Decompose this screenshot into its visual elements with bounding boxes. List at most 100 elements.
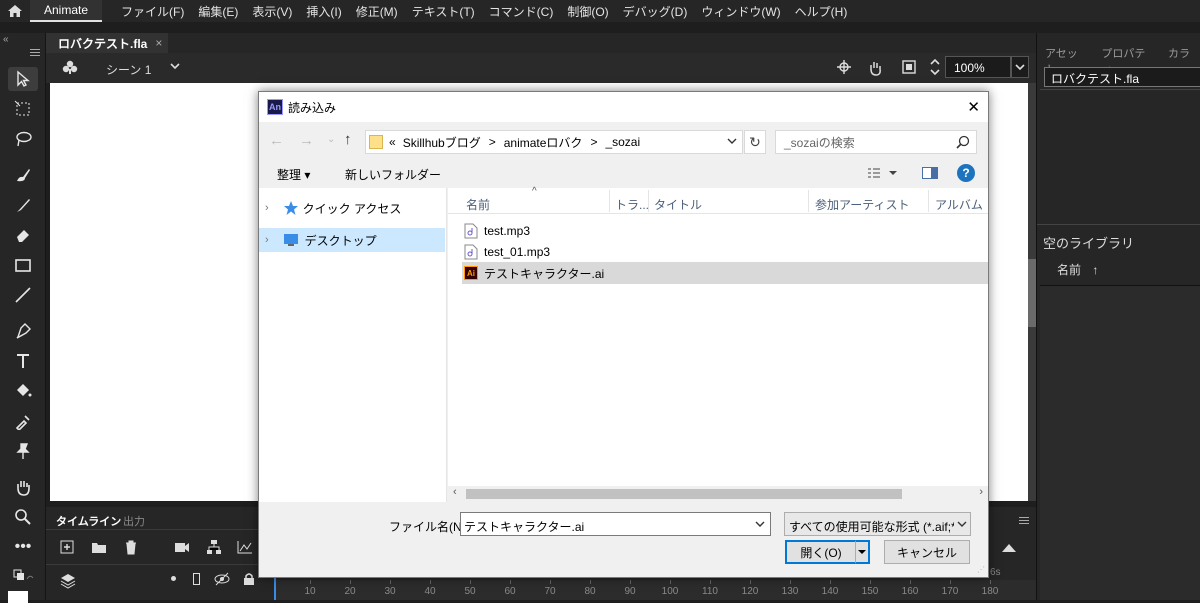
selection-tool-icon[interactable] <box>8 67 38 91</box>
column-title[interactable]: タイトル <box>654 196 702 213</box>
document-tab[interactable]: ロバクテスト.fla × <box>46 33 169 53</box>
menu-item[interactable]: テキスト(T) <box>405 3 482 20</box>
refresh-icon[interactable]: ↻ <box>744 130 766 154</box>
scroll-right-icon[interactable]: › <box>979 486 983 498</box>
layers-icon[interactable] <box>60 573 76 592</box>
eyedropper-tool-icon[interactable] <box>8 409 38 433</box>
filename-chevron-down-icon[interactable] <box>754 517 766 534</box>
column-track[interactable]: トラ... <box>615 196 649 213</box>
tab-output[interactable]: 出力 <box>123 513 145 529</box>
line-tool-icon[interactable] <box>8 283 38 307</box>
pin-tool-icon[interactable] <box>8 439 38 463</box>
list-item[interactable]: test_01.mp3 <box>464 242 550 262</box>
free-transform-tool-icon[interactable] <box>8 97 38 121</box>
up-arrow-icon[interactable]: ↑ <box>344 131 352 148</box>
menu-item[interactable]: 表示(V) <box>245 3 299 20</box>
tab-close-icon[interactable]: × <box>155 36 162 50</box>
paint-brush-tool-icon[interactable] <box>8 193 38 217</box>
open-button[interactable]: 開く(O) <box>785 540 857 564</box>
more-tools-icon[interactable]: ••• <box>8 535 38 559</box>
text-tool-icon[interactable] <box>8 349 38 373</box>
resize-grip-icon[interactable]: ⋰ <box>977 565 985 574</box>
preview-pane-icon[interactable] <box>922 167 938 179</box>
layer-parenting-icon[interactable] <box>206 539 222 558</box>
organize-button[interactable]: 整理 ▾ <box>277 166 310 183</box>
eraser-tool-icon[interactable] <box>8 223 38 247</box>
library-document-select[interactable]: ロバクテスト.fla <box>1044 67 1200 87</box>
view-options-icon[interactable] <box>867 167 897 182</box>
hide-icon[interactable] <box>214 572 230 589</box>
menu-item[interactable]: 挿入(I) <box>299 3 348 20</box>
new-folder-icon[interactable] <box>91 540 107 557</box>
outline-icon[interactable] <box>193 573 200 585</box>
back-arrow-icon[interactable]: ← <box>269 132 284 149</box>
clip-stage-icon[interactable] <box>901 59 917 78</box>
zoom-tool-icon[interactable] <box>8 505 38 529</box>
breadcrumb-separator[interactable]: > <box>590 135 597 149</box>
expand-chevron-icon[interactable]: › <box>265 202 269 214</box>
tab-timeline[interactable]: タイムライン <box>56 513 121 529</box>
breadcrumb-overflow[interactable]: « <box>389 135 396 149</box>
timeline-ruler[interactable]: 10 20 30 40 50 60 70 80 90 100 110 120 130 140 150 160 1… <box>276 580 1036 600</box>
column-artist[interactable]: 参加アーティスト <box>815 196 910 213</box>
column-name[interactable]: 名前 <box>466 196 490 213</box>
new-folder-button[interactable]: 新しいフォルダー <box>345 166 441 183</box>
zoom-input[interactable]: 100% <box>945 56 1011 78</box>
scene-label[interactable]: シーン 1 <box>106 61 151 78</box>
menu-item[interactable]: 編集(E) <box>191 3 245 20</box>
search-box[interactable]: _sozaiの検索 <box>775 130 977 154</box>
collapse-icon[interactable]: « <box>3 34 9 45</box>
graph-icon[interactable] <box>237 540 253 557</box>
lock-icon[interactable] <box>243 572 255 589</box>
rectangle-tool-icon[interactable] <box>8 253 38 277</box>
stage-scrollbar[interactable] <box>1028 83 1036 501</box>
breadcrumb-separator[interactable]: > <box>489 135 496 149</box>
camera-icon[interactable] <box>174 541 190 556</box>
filetype-select[interactable]: すべての使用可能な形式 (*.aif;*.a <box>784 512 971 536</box>
onion-skin-icon[interactable] <box>1001 541 1017 556</box>
rotation-hand-icon[interactable] <box>866 59 884 80</box>
library-list[interactable] <box>1040 285 1200 600</box>
filetype-chevron-down-icon[interactable] <box>957 517 967 534</box>
scene-icon[interactable] <box>62 59 78 78</box>
show-all-layers-icon[interactable] <box>171 576 176 581</box>
menu-item[interactable]: 制御(O) <box>560 3 615 20</box>
help-icon[interactable]: ? <box>957 164 975 182</box>
breadcrumb-item[interactable]: _sozai <box>605 135 640 149</box>
new-layer-icon[interactable] <box>60 540 74 557</box>
app-tab[interactable]: Animate <box>30 0 103 22</box>
zoom-dropdown-icon[interactable] <box>1011 56 1029 78</box>
nav-item-quick-access[interactable]: › クイック アクセス <box>259 196 447 220</box>
menu-item[interactable]: デバッグ(D) <box>616 3 695 20</box>
list-item[interactable]: test.mp3 <box>464 221 530 241</box>
breadcrumb-item[interactable]: Skillhubブログ <box>403 134 481 151</box>
list-item-selected[interactable]: Ai テストキャラクター.ai <box>462 262 988 284</box>
sort-arrow-icon[interactable]: ↑ <box>1092 263 1098 277</box>
menu-item[interactable]: 修正(M) <box>349 3 405 20</box>
center-stage-icon[interactable] <box>836 59 852 78</box>
library-name-column[interactable]: 名前 <box>1057 263 1081 277</box>
recent-locations-chevron-icon[interactable]: ⌄ <box>327 134 335 145</box>
zoom-stepper-icon[interactable] <box>929 56 941 81</box>
search-icon[interactable] <box>956 135 970 152</box>
filename-input[interactable]: テストキャラクター.ai <box>460 512 771 536</box>
timeline-menu-icon[interactable] <box>1019 515 1029 526</box>
fill-color-swatch[interactable] <box>8 591 28 603</box>
delete-layer-icon[interactable] <box>124 539 138 558</box>
brush-tool-icon[interactable] <box>8 163 38 187</box>
menu-item[interactable]: ウィンドウ(W) <box>694 3 787 20</box>
nav-item-desktop[interactable]: › デスクトップ <box>259 228 445 252</box>
hand-tool-icon[interactable] <box>8 475 38 499</box>
menu-item[interactable]: ヘルプ(H) <box>788 3 855 20</box>
expand-chevron-icon[interactable]: › <box>265 234 269 246</box>
pen-tool-icon[interactable] <box>8 319 38 343</box>
menu-item[interactable]: コマンド(C) <box>482 3 561 20</box>
address-bar[interactable]: « Skillhubブログ > animateロバク > _sozai <box>365 130 743 154</box>
column-album[interactable]: アルバム <box>935 196 983 213</box>
paint-bucket-tool-icon[interactable] <box>8 379 38 403</box>
forward-arrow-icon[interactable]: → <box>299 132 314 149</box>
stroke-fill-icon[interactable] <box>8 565 38 589</box>
scrollbar-thumb[interactable] <box>466 489 902 499</box>
panel-menu-icon[interactable] <box>30 47 40 58</box>
dialog-close-icon[interactable]: ✕ <box>967 98 980 116</box>
